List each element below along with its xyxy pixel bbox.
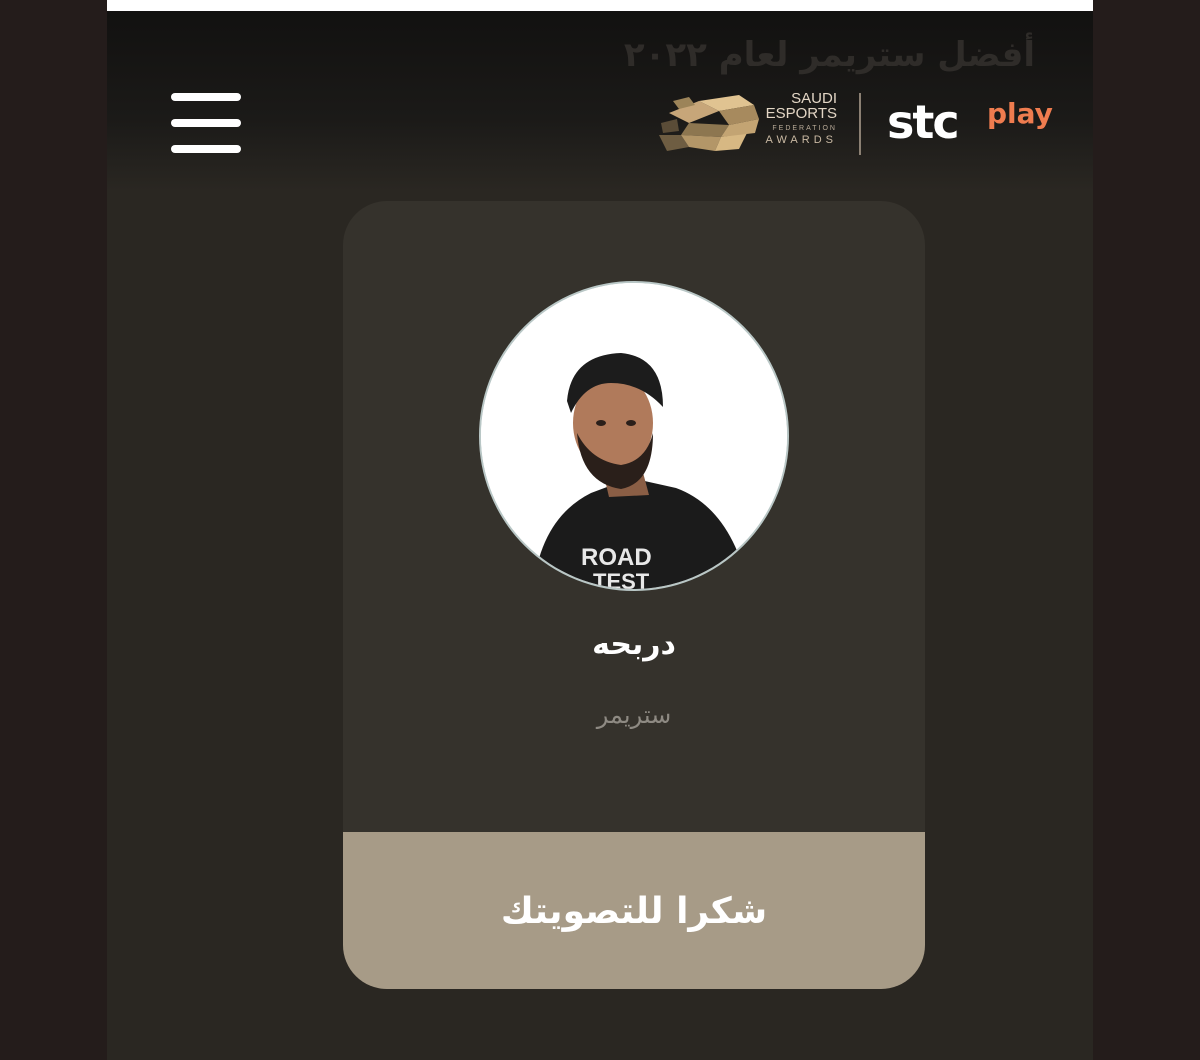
shirt-print-line-1: ROAD xyxy=(581,544,652,571)
right-margin xyxy=(1093,0,1200,1060)
shirt-print-line-2: TEST xyxy=(593,569,650,589)
play-logo-text: play xyxy=(987,97,1053,130)
avatar-person-icon: ROAD TEST xyxy=(481,283,787,589)
app-screen: أفضل ستريمر لعام ٢٠٢٢ SAUDI ESPORTS FEDE… xyxy=(107,0,1093,1060)
nominee-name: دربحه xyxy=(592,627,676,662)
left-margin xyxy=(0,0,107,1060)
nominee-card: ROAD TEST دربحه ستريمر شكرا للتصويتك xyxy=(343,201,925,989)
logo-divider xyxy=(859,93,861,155)
stc-logo-text: stc xyxy=(887,95,960,149)
nominee-role: ستريمر xyxy=(596,701,672,729)
status-bar xyxy=(107,0,1093,11)
logo-group: SAUDI ESPORTS FEDERATION AWARDS stc play xyxy=(659,89,1059,161)
vote-thanks-label: شكرا للتصويتك xyxy=(500,891,768,932)
hamburger-menu-icon[interactable] xyxy=(171,93,241,155)
header: أفضل ستريمر لعام ٢٠٢٢ SAUDI ESPORTS FEDE… xyxy=(107,11,1093,191)
saef-wordmark: SAUDI ESPORTS FEDERATION AWARDS xyxy=(765,90,837,146)
page-title-faded: أفضل ستريمر لعام ٢٠٢٢ xyxy=(623,35,1035,75)
vote-thanks-button[interactable]: شكرا للتصويتك xyxy=(343,832,925,989)
avatar: ROAD TEST xyxy=(479,281,789,591)
